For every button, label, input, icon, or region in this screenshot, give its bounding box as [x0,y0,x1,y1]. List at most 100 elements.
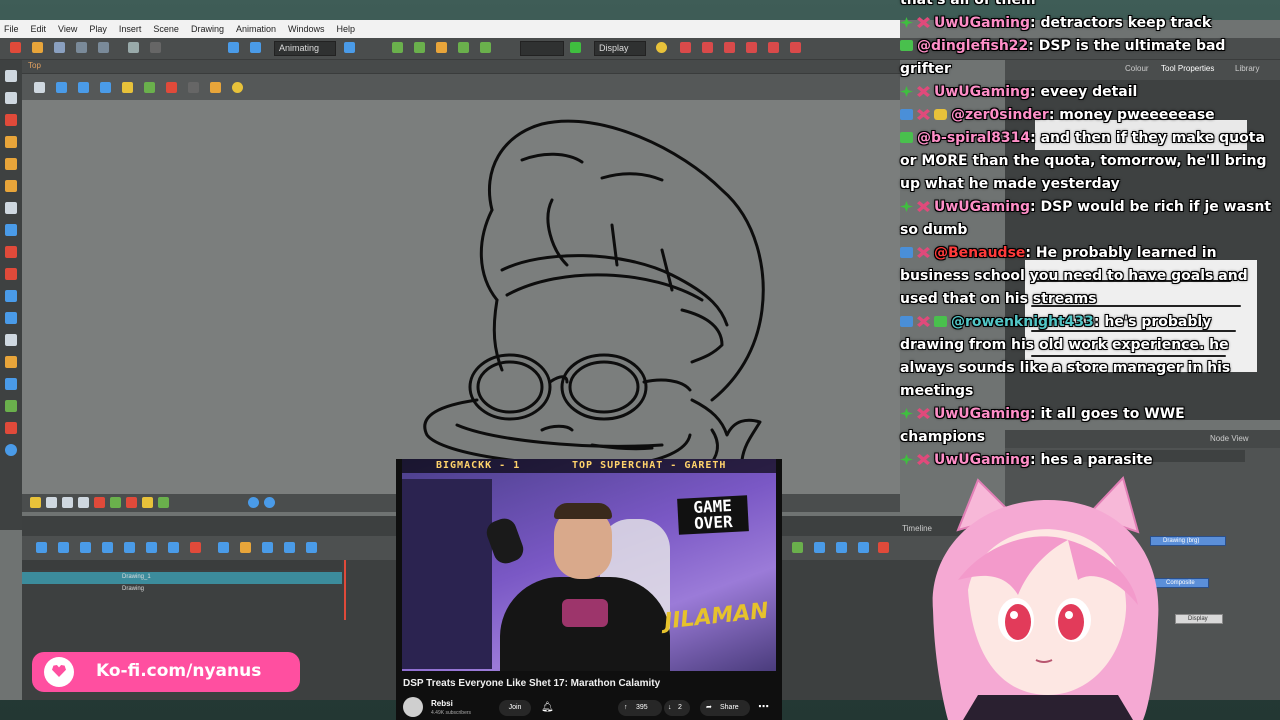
preview-icon[interactable] [56,82,67,93]
drawing-canvas[interactable] [22,100,900,494]
menu-windows[interactable]: Windows [288,24,325,34]
join-button[interactable]: Join [499,700,531,716]
tl-tool-2-icon[interactable] [814,542,825,553]
camera-tab-top[interactable]: Top [28,61,41,70]
marker-1-icon[interactable] [702,42,713,53]
quality-icon[interactable] [126,497,137,508]
marker-4-icon[interactable] [768,42,779,53]
menu-drawing[interactable]: Drawing [191,24,224,34]
menu-file[interactable]: File [4,24,19,34]
pencil-view-icon[interactable] [166,82,177,93]
bell-icon[interactable]: 🔔︎ [541,702,554,714]
tl-tool-3-icon[interactable] [836,542,847,553]
group-icon[interactable] [80,542,91,553]
layer-row-drawing-1[interactable]: Drawing_1 [22,572,342,584]
frame-select[interactable] [520,41,564,56]
onion-skin-icon[interactable] [570,42,581,53]
redo-icon[interactable] [150,42,161,53]
marker-5-icon[interactable] [790,42,801,53]
lightbulb-icon[interactable] [656,42,667,53]
hand-tool-icon[interactable] [5,334,17,346]
workspace-icon[interactable] [344,42,355,53]
settings-view-icon[interactable] [248,497,259,508]
volume-icon[interactable] [306,542,317,553]
save-icon[interactable] [54,42,65,53]
dislike-button[interactable]: ↓ 2 [664,700,690,716]
marker-2-icon[interactable] [724,42,735,53]
smooth-tool-icon[interactable] [5,400,17,412]
menu-scene[interactable]: Scene [153,24,179,34]
record-icon[interactable] [94,497,105,508]
ellipse-tool-icon[interactable] [5,224,17,236]
menu-play[interactable]: Play [89,24,107,34]
eraser-tool-icon[interactable] [5,158,17,170]
menu-insert[interactable]: Insert [119,24,142,34]
video-player[interactable]: GAME OVER JILAMAN [402,459,776,671]
more-options-icon[interactable]: ⋯ [758,700,769,714]
play-icon[interactable] [218,542,229,553]
playhead[interactable] [344,560,346,620]
flip-icon[interactable] [78,497,89,508]
node-display[interactable]: Display [1175,614,1223,624]
fill-tool-icon[interactable] [5,312,17,324]
lock-icon[interactable] [122,82,133,93]
zoom-fit-icon[interactable] [46,497,57,508]
layer-view-icon[interactable] [144,82,155,93]
share-button[interactable]: ➦ Share [700,700,750,716]
transform-tool-icon[interactable] [5,356,17,368]
video-title[interactable]: DSP Treats Everyone Like Shet 17: Marath… [403,678,660,689]
next-key-icon[interactable] [146,542,157,553]
line-tool-icon[interactable] [5,268,17,280]
pencil-tool-icon[interactable] [5,136,17,148]
rotate-icon[interactable] [62,497,73,508]
peg-icon[interactable] [392,42,403,53]
interp-icon[interactable] [168,542,179,553]
import-icon[interactable] [228,42,239,53]
safe-area-icon[interactable] [110,497,121,508]
palette-icon[interactable] [158,497,169,508]
paint-tool-icon[interactable] [5,180,17,192]
cutter-tool-icon[interactable] [5,378,17,390]
new-icon[interactable] [10,42,21,53]
like-button[interactable]: ↑ 395 [618,700,662,716]
select-tool-icon[interactable] [5,70,17,82]
brush-view-icon[interactable] [188,82,199,93]
camera-icon[interactable] [436,42,447,53]
camera-mask-icon[interactable] [100,82,111,93]
kofi-banner[interactable]: Ko-fi.com/nyanus [32,652,300,692]
display-select[interactable]: Display [594,41,646,56]
light-toggle-icon[interactable] [30,497,41,508]
contour-tool-icon[interactable] [5,92,17,104]
tl-record-icon[interactable] [878,542,889,553]
light-view-icon[interactable] [232,82,243,93]
loop-icon[interactable] [262,542,273,553]
menu-view[interactable]: View [58,24,77,34]
zoom-tool-icon[interactable] [5,444,17,456]
add-peg-icon[interactable] [58,542,69,553]
undo-icon[interactable] [128,42,139,53]
channel-name[interactable]: Rebsi [431,699,453,708]
delete-key-icon[interactable] [190,542,201,553]
key-icon[interactable] [102,542,113,553]
grid-view-icon[interactable] [34,82,45,93]
stamp-tool-icon[interactable] [5,422,17,434]
text-tool-icon[interactable] [5,202,17,214]
add-layer-icon[interactable] [36,542,47,553]
layer-row-drawing[interactable]: Drawing [22,584,342,596]
scene-icon[interactable] [98,42,109,53]
menu-animation[interactable]: Animation [236,24,276,34]
grid-icon[interactable] [480,42,491,53]
menu-edit[interactable]: Edit [31,24,47,34]
prev-key-icon[interactable] [124,542,135,553]
tl-tool-1-icon[interactable] [792,542,803,553]
transform-icon[interactable] [414,42,425,53]
dropper-tool-icon[interactable] [5,290,17,302]
reset-view-icon[interactable] [264,497,275,508]
sound-icon[interactable] [284,542,295,553]
flash-icon[interactable] [142,497,153,508]
export-icon[interactable] [250,42,261,53]
mode-select[interactable]: Animating [274,41,336,56]
frame-view-icon[interactable] [78,82,89,93]
marker-3-icon[interactable] [746,42,757,53]
tl-tool-4-icon[interactable] [858,542,869,553]
